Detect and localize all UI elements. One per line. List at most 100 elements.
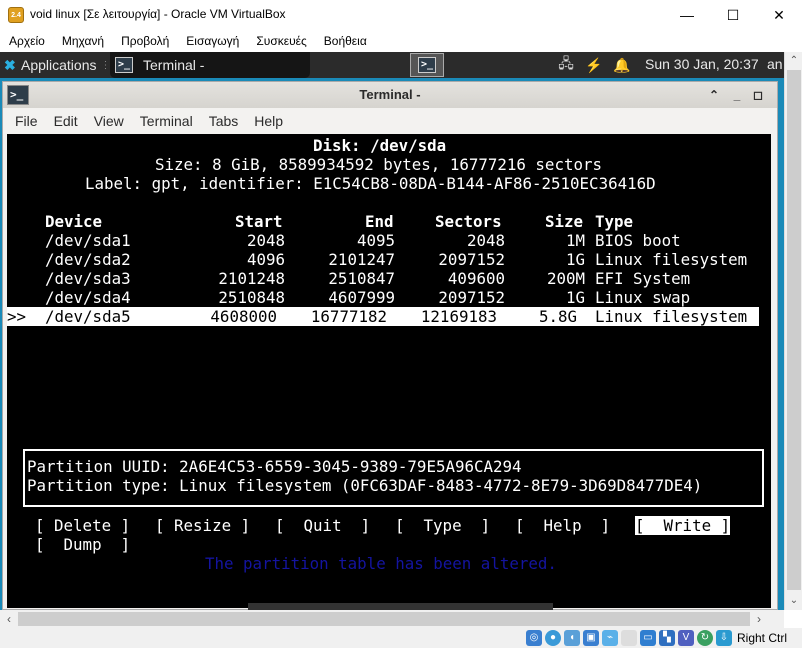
partition-end: 4095 <box>356 231 395 250</box>
taskbar-terminal-label: Terminal - <box>143 57 205 73</box>
partition-end: 2101247 <box>328 250 395 269</box>
usb-icon[interactable]: ⌁ <box>602 630 618 646</box>
vertical-scroll-thumb[interactable] <box>787 70 801 590</box>
xfce-bottom-dock <box>248 603 553 610</box>
host-menu-file[interactable]: Αρχείο <box>9 34 45 48</box>
action-help-button[interactable]: [ Help ] <box>515 516 610 535</box>
vrde-icon[interactable]: V <box>678 630 694 646</box>
notification-bell-icon[interactable]: 🔔 <box>611 55 633 75</box>
partition-start: 2101248 <box>218 269 285 288</box>
workspace-switcher[interactable]: >_ <box>410 53 444 77</box>
scroll-left-arrow-icon[interactable]: ‹ <box>0 610 18 628</box>
host-maximize-button[interactable]: ☐ <box>710 0 756 30</box>
vertical-scrollbar[interactable]: ⌃ ⌄ <box>784 52 802 610</box>
terminal-menu-edit[interactable]: Edit <box>54 113 78 129</box>
partition-device: /dev/sda3 <box>45 269 131 288</box>
partition-end: 2510847 <box>328 269 395 288</box>
panel-clock[interactable]: Sun 30 Jan, 20:37 <box>645 56 759 72</box>
terminal-window: >_ Terminal - ⌃ _ ◻ File Edit View Termi… <box>2 81 778 610</box>
host-menu-machine[interactable]: Μηχανή <box>62 34 104 48</box>
partition-row[interactable]: /dev/sda3 2101248 2510847 409600 200M EFI Sys… <box>7 269 767 288</box>
host-minimize-button[interactable]: — <box>664 0 710 30</box>
guest-display[interactable]: ✖ Applications ⋮ >_ Terminal - >_ 🖧 ⚡ 🔔 … <box>0 52 784 610</box>
terminal-menu-help[interactable]: Help <box>254 113 283 129</box>
terminal-icon: >_ <box>115 57 133 73</box>
horizontal-scroll-thumb[interactable] <box>18 612 750 626</box>
partition-size: 1G <box>565 288 585 307</box>
scroll-down-arrow-icon[interactable]: ⌄ <box>785 592 802 610</box>
network-icon[interactable]: 🖧 <box>555 55 577 75</box>
terminal-minimize-button[interactable]: _ <box>728 86 746 104</box>
terminal-titlebar[interactable]: >_ Terminal - ⌃ _ ◻ <box>3 82 777 108</box>
terminal-menu-terminal[interactable]: Terminal <box>140 113 193 129</box>
partition-device: /dev/sda1 <box>45 231 131 250</box>
disk-label-line: Label: gpt, identifier: E1C54CB8-08DA-B1… <box>85 174 656 193</box>
taskbar-terminal-button[interactable]: >_ Terminal - <box>110 52 310 78</box>
network-icon[interactable]: ▣ <box>583 630 599 646</box>
partition-end: 16777182 <box>310 307 387 326</box>
partition-device: /dev/sda5 <box>45 307 131 326</box>
host-menubar: Αρχείο Μηχανή Προβολή Εισαγωγή Συσκευές … <box>0 30 802 52</box>
optical-drive-icon[interactable]: ● <box>545 630 561 646</box>
host-window-title: void linux [Σε λειτουργία] - Oracle VM V… <box>30 7 286 21</box>
scroll-up-arrow-icon[interactable]: ⌃ <box>785 52 802 70</box>
maximize-icon: ◻ <box>753 88 763 102</box>
hard-disk-icon[interactable]: ◎ <box>526 630 542 646</box>
terminal-menu-file[interactable]: File <box>15 113 38 129</box>
terminal-shade-button[interactable]: ⌃ <box>705 86 723 104</box>
partition-row[interactable]: /dev/sda2 4096 2101247 2097152 1G Linux files… <box>7 250 767 269</box>
partition-type: Linux filesystem <box>595 250 748 269</box>
applications-menu-button[interactable]: ✖ Applications ⋮ <box>0 52 111 78</box>
host-close-button[interactable]: ✕ <box>756 0 802 30</box>
panel-user-label[interactable]: an <box>767 56 783 72</box>
host-titlebar: 2.4 void linux [Σε λειτουργία] - Oracle … <box>0 0 802 30</box>
applications-label: Applications <box>21 57 97 73</box>
host-menu-input[interactable]: Εισαγωγή <box>186 34 239 48</box>
status-message: The partition table has been altered. <box>205 554 557 573</box>
partition-sectors: 409600 <box>447 269 505 288</box>
shared-folders-icon[interactable] <box>621 630 637 646</box>
chevron-up-icon: ⌃ <box>708 88 720 102</box>
partition-device: /dev/sda4 <box>45 288 131 307</box>
workspace-terminal-icon: >_ <box>418 57 436 73</box>
display-icon[interactable]: ▭ <box>640 630 656 646</box>
action-delete-button[interactable]: [ Delete ] <box>35 516 130 535</box>
host-menu-help[interactable]: Βοήθεια <box>324 34 367 48</box>
partition-type-line: Partition type: Linux filesystem (0FC63D… <box>27 476 703 495</box>
partition-sectors: 2097152 <box>438 288 505 307</box>
disk-size-line: Size: 8 GiB, 8589934592 bytes, 16777216 … <box>155 155 602 174</box>
column-header-type: Type <box>595 212 634 231</box>
partition-size: 1G <box>565 250 585 269</box>
action-dump-button[interactable]: [ Dump ] <box>35 535 130 554</box>
partition-type: BIOS boot <box>595 231 681 250</box>
video-capture-icon[interactable]: ▚ <box>659 630 675 646</box>
host-menu-devices[interactable]: Συσκευές <box>256 34 306 48</box>
audio-icon[interactable]: ◖ <box>564 630 580 646</box>
xfce-logo-icon: ✖ <box>4 57 16 73</box>
horizontal-scrollbar[interactable]: ‹ › <box>0 610 784 628</box>
terminal-menu-view[interactable]: View <box>94 113 124 129</box>
action-type-button[interactable]: [ Type ] <box>395 516 490 535</box>
action-quit-button[interactable]: [ Quit ] <box>275 516 370 535</box>
host-menu-view[interactable]: Προβολή <box>121 34 169 48</box>
partition-info-box: Partition UUID: 2A6E4C53-6559-3045-9389-… <box>23 449 764 507</box>
keyboard-capture-icon[interactable]: ⇩ <box>716 630 732 646</box>
scroll-right-arrow-icon[interactable]: › <box>750 610 768 628</box>
partition-row[interactable]: /dev/sda1 2048 4095 2048 1M BIOS boot <box>7 231 767 250</box>
action-resize-button[interactable]: [ Resize ] <box>155 516 250 535</box>
panel-separator-handle: ⋮ <box>100 59 111 71</box>
battery-icon[interactable]: ⚡ <box>583 55 605 75</box>
partition-start: 2048 <box>246 231 285 250</box>
host-statusbar: ◎ ● ◖ ▣ ⌁ ▭ ▚ V ↻ ⇩ Right Ctrl <box>0 628 802 648</box>
partition-row[interactable]: /dev/sda4 2510848 4607999 2097152 1G Linux sw… <box>7 288 767 307</box>
terminal-menubar: File Edit View Terminal Tabs Help <box>3 108 777 134</box>
cfdisk-screen[interactable]: Disk: /dev/sda Size: 8 GiB, 8589934592 b… <box>7 134 771 608</box>
xfce-top-panel: ✖ Applications ⋮ >_ Terminal - >_ 🖧 ⚡ 🔔 … <box>0 52 784 78</box>
minimize-icon: — <box>680 7 694 23</box>
host-key-label: Right Ctrl <box>737 631 788 645</box>
action-write-button[interactable]: [ Write ] <box>635 516 731 535</box>
partition-row[interactable]: >> /dev/sda5 4608000 16777182 12169183 5.8G Li… <box>7 307 759 326</box>
mouse-integration-icon[interactable]: ↻ <box>697 630 713 646</box>
terminal-maximize-button[interactable]: ◻ <box>749 86 767 104</box>
terminal-menu-tabs[interactable]: Tabs <box>209 113 239 129</box>
